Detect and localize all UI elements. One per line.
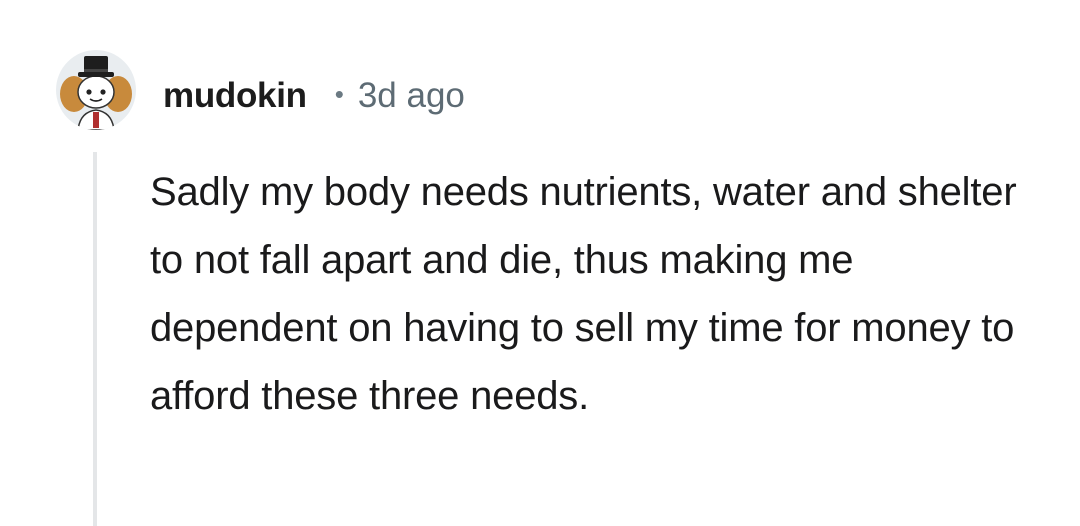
- username-link[interactable]: mudokin: [163, 76, 307, 116]
- thread-collapse-line[interactable]: [93, 152, 97, 526]
- user-avatar[interactable]: [56, 50, 136, 130]
- comment-meta: mudokin • 3d ago: [163, 74, 465, 118]
- snoo-avatar-icon: [60, 56, 132, 130]
- meta-separator: •: [334, 78, 344, 109]
- comment-body: Sadly my body needs nutrients, water and…: [150, 170, 1017, 418]
- timestamp[interactable]: 3d ago: [358, 76, 465, 116]
- comment: mudokin • 3d ago Sadly my body needs nut…: [0, 0, 1080, 526]
